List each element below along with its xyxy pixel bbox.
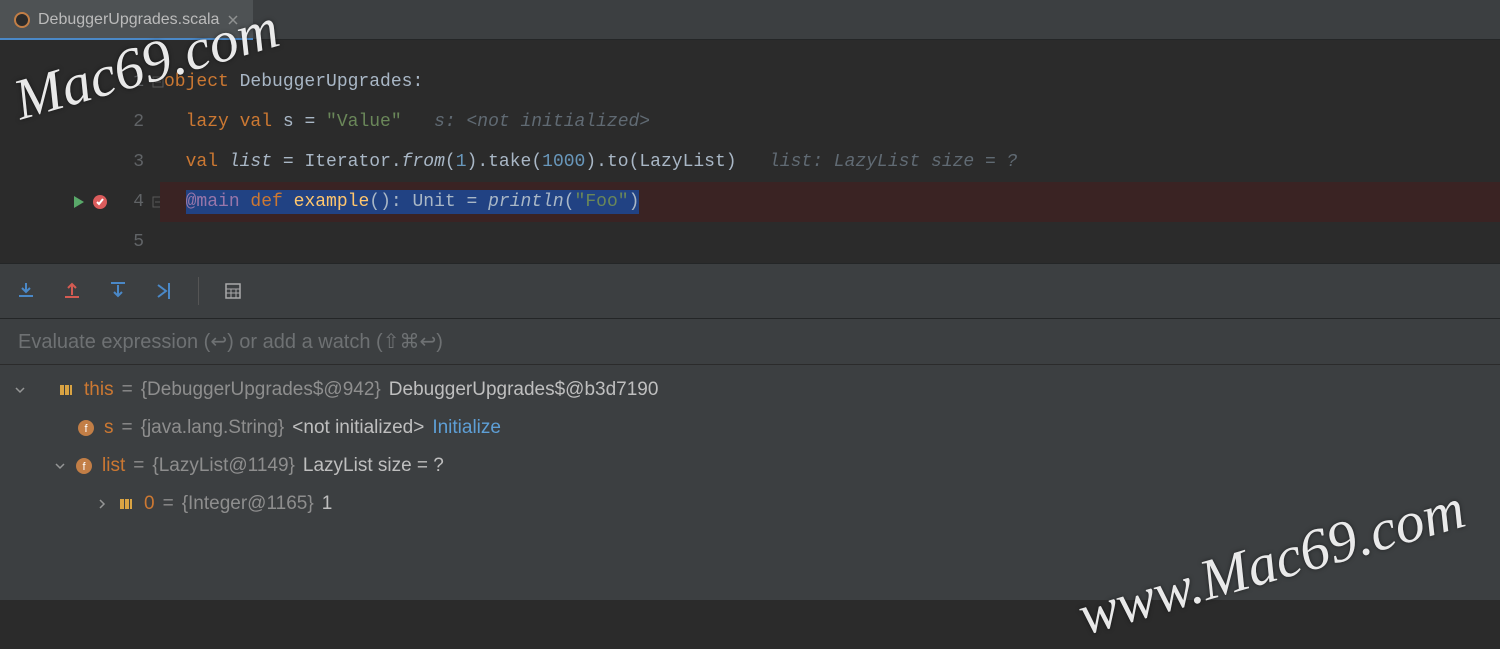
number: 1 (456, 152, 467, 172)
var-type: {LazyList@1149} (152, 455, 295, 477)
identifier: list (229, 152, 272, 172)
evaluate-input[interactable]: Evaluate expression (↩) or add a watch (… (0, 319, 1500, 365)
tab-filename: DebuggerUpgrades.scala (38, 11, 219, 29)
identifier: DebuggerUpgrades: (229, 72, 423, 92)
debug-toolbar (0, 263, 1500, 319)
step-into-button[interactable] (60, 279, 84, 303)
var-name: this (84, 379, 114, 401)
var-type: {DebuggerUpgrades$@942} (141, 379, 381, 401)
var-type: {java.lang.String} (141, 417, 285, 439)
var-row-list[interactable]: f list = {LazyList@1149} LazyList size =… (0, 447, 1500, 485)
line-number: 1 (124, 72, 144, 92)
code-line-current[interactable]: @main def example(): Unit = println("Foo… (160, 182, 1500, 222)
line-number: 4 (124, 192, 144, 212)
type: Unit (412, 192, 455, 212)
variables-panel: this = {DebuggerUpgrades$@942} DebuggerU… (0, 365, 1500, 600)
run-to-cursor-button[interactable] (152, 279, 176, 303)
keyword: def (250, 192, 293, 212)
operator: = (294, 112, 326, 132)
operator: = (456, 192, 488, 212)
chevron-right-icon[interactable] (96, 498, 108, 510)
string: "Value" (326, 112, 402, 132)
run-icon[interactable] (72, 195, 86, 209)
inline-hint: s: <not initialized> (402, 112, 650, 132)
var-row-s[interactable]: f s = {java.lang.String} <not initialize… (0, 409, 1500, 447)
var-name: list (102, 455, 125, 477)
step-out-button[interactable] (106, 279, 130, 303)
var-row-item[interactable]: 0 = {Integer@1165} 1 (0, 485, 1500, 523)
paren: ( (564, 192, 575, 212)
evaluate-placeholder: Evaluate expression (↩) or add a watch (… (18, 329, 443, 354)
text: ).take( (467, 152, 543, 172)
code-area[interactable]: object DebuggerUpgrades: lazy val s = "V… (160, 40, 1500, 263)
gutter-line: 1 (0, 62, 160, 102)
object-icon (56, 380, 76, 400)
number: 1000 (542, 152, 585, 172)
var-name: s (104, 417, 114, 439)
code-line[interactable]: lazy val s = "Value" s: <not initialized… (160, 102, 1500, 142)
var-value: <not initialized> (292, 417, 424, 439)
var-type: {Integer@1165} (182, 493, 314, 515)
equals: = (122, 417, 133, 439)
code-line[interactable] (160, 222, 1500, 262)
gutter-line: 4 (0, 182, 160, 222)
toolbar-divider (198, 277, 199, 305)
gutter: 1 2 3 4 5 (0, 40, 160, 263)
inline-hint: list: LazyList size = ? (737, 152, 1018, 172)
keyword: object (164, 72, 229, 92)
initialize-link[interactable]: Initialize (432, 417, 501, 439)
method: from (402, 152, 445, 172)
identifier: s (283, 112, 294, 132)
object-icon (116, 494, 136, 514)
keyword: lazy val (186, 112, 283, 132)
code-editor[interactable]: 1 2 3 4 5 object DebuggerUpgrades: lazy … (0, 40, 1500, 263)
var-value: LazyList size = ? (303, 455, 444, 477)
text: (): (369, 192, 412, 212)
scala-file-icon (14, 12, 30, 28)
equals: = (133, 455, 144, 477)
keyword: val (186, 152, 229, 172)
field-icon: f (74, 456, 94, 476)
var-row-this[interactable]: this = {DebuggerUpgrades$@942} DebuggerU… (0, 371, 1500, 409)
method: println (488, 192, 564, 212)
equals: = (122, 379, 133, 401)
tab-bar: DebuggerUpgrades.scala (0, 0, 1500, 40)
file-tab[interactable]: DebuggerUpgrades.scala (0, 0, 253, 39)
chevron-down-icon[interactable] (14, 384, 26, 396)
gutter-line: 3 (0, 142, 160, 182)
code-line[interactable]: object DebuggerUpgrades: (160, 62, 1500, 102)
field-icon: f (76, 418, 96, 438)
line-number: 3 (124, 152, 144, 172)
var-value: DebuggerUpgrades$@b3d7190 (389, 379, 659, 401)
step-into-my-button[interactable] (14, 279, 38, 303)
gutter-line: 5 (0, 222, 160, 262)
text: ).to(LazyList) (585, 152, 736, 172)
code-line[interactable]: val list = Iterator.from(1).take(1000).t… (160, 142, 1500, 182)
gutter-line: 2 (0, 102, 160, 142)
var-value: 1 (322, 493, 333, 515)
function: example (294, 192, 370, 212)
var-name: 0 (144, 493, 155, 515)
close-icon[interactable] (227, 14, 239, 26)
line-number: 2 (124, 112, 144, 132)
annotation: @main (186, 192, 251, 212)
breakpoint-icon[interactable] (92, 194, 108, 210)
paren: ) (629, 192, 640, 212)
equals: = (163, 493, 174, 515)
text: = Iterator. (272, 152, 402, 172)
string: "Foo" (575, 192, 629, 212)
paren: ( (445, 152, 456, 172)
line-number: 5 (124, 232, 144, 252)
calculator-icon[interactable] (221, 279, 245, 303)
chevron-down-icon[interactable] (54, 460, 66, 472)
